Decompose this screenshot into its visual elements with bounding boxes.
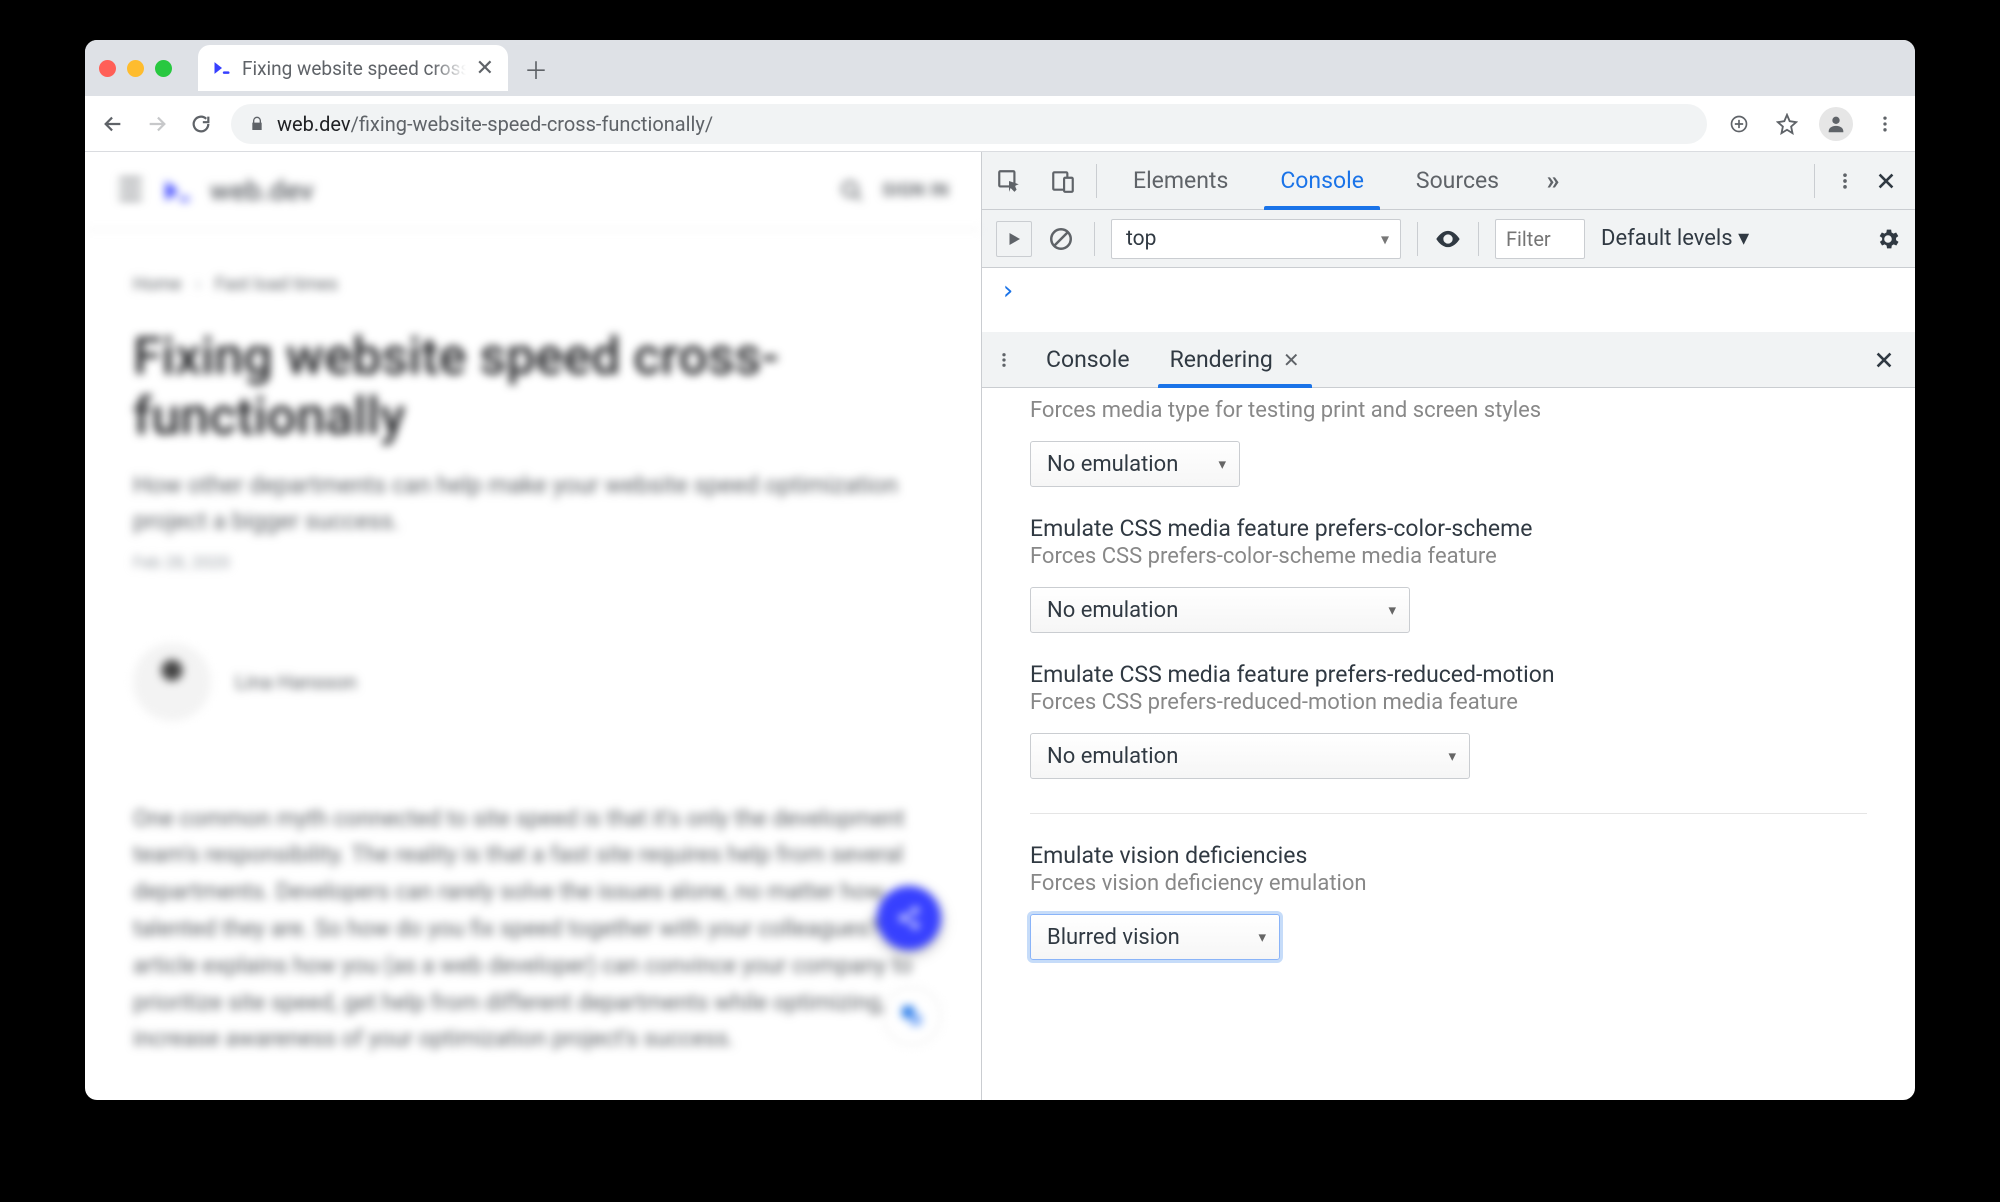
more-tabs-icon[interactable]: » (1533, 166, 1573, 196)
drawer-tab-rendering[interactable]: Rendering ✕ (1150, 332, 1320, 387)
reduced-motion-select[interactable]: No emulation (1030, 733, 1470, 779)
vision-desc: Forces vision deficiency emulation (1030, 871, 1867, 896)
chevron-right-icon: › (195, 274, 200, 295)
console-toolbar: top Default levels ▾ (982, 210, 1915, 268)
live-expression-icon[interactable] (1434, 225, 1462, 253)
tab-console[interactable]: Console (1254, 152, 1390, 209)
page-header: ☰ web.dev SIGN IN (85, 152, 981, 230)
inspect-element-icon[interactable] (982, 152, 1036, 209)
content-split: ☰ web.dev SIGN IN Home › Fast load times (85, 152, 1915, 1100)
author-name[interactable]: Lina Hansson (235, 670, 357, 694)
site-logo-icon[interactable] (162, 176, 192, 206)
bookmark-star-icon[interactable] (1771, 108, 1803, 140)
signin-link[interactable]: SIGN IN (882, 180, 949, 201)
install-icon[interactable] (1723, 108, 1755, 140)
page-paragraph: One common myth connected to site speed … (133, 801, 933, 1059)
author-block: Lina Hansson (133, 643, 933, 721)
hamburger-icon[interactable]: ☰ (117, 173, 144, 208)
rendering-panel[interactable]: Forces media type for testing print and … (982, 388, 1915, 1100)
browser-tab[interactable]: Fixing website speed cross-fun ✕ (198, 45, 508, 91)
tabstrip: Fixing website speed cross-fun ✕ ＋ (85, 40, 1915, 96)
filter-input[interactable] (1495, 219, 1585, 259)
page-date: Feb 28, 2020 (133, 553, 933, 573)
devtools-close-icon[interactable] (1875, 170, 1897, 192)
profile-avatar-icon[interactable] (1819, 107, 1853, 141)
tab-sources[interactable]: Sources (1390, 152, 1525, 209)
tab-close-icon[interactable]: ✕ (476, 56, 494, 81)
lock-icon (249, 115, 265, 133)
crumb-section[interactable]: Fast load times (215, 274, 338, 295)
url-host: web.dev (277, 112, 351, 136)
page-subtitle: How other departments can help make your… (133, 467, 913, 539)
window-maximize-button[interactable] (155, 60, 172, 77)
media-type-desc: Forces media type for testing print and … (1030, 398, 1867, 423)
window-close-button[interactable] (99, 60, 116, 77)
url-path: /fixing-website-speed-cross-functionally… (351, 112, 714, 136)
devtools-panel: Elements Console Sources » top (981, 152, 1915, 1100)
tab-elements[interactable]: Elements (1107, 152, 1254, 209)
color-scheme-select[interactable]: No emulation (1030, 587, 1410, 633)
new-tab-button[interactable]: ＋ (516, 48, 556, 88)
kebab-menu-icon[interactable] (1869, 108, 1901, 140)
breadcrumb: Home › Fast load times (133, 274, 933, 295)
clear-console-icon[interactable] (1048, 226, 1078, 252)
site-brand[interactable]: web.dev (210, 174, 314, 207)
search-icon[interactable] (840, 179, 864, 203)
drawer-tab-console[interactable]: Console (1026, 332, 1150, 387)
execute-icon[interactable] (996, 221, 1032, 257)
devtools-main-tabs: Elements Console Sources » (982, 152, 1915, 210)
browser-window: Fixing website speed cross-fun ✕ ＋ web.d… (85, 40, 1915, 1100)
omnibox[interactable]: web.dev/fixing-website-speed-cross-funct… (231, 104, 1707, 144)
section-vision: Emulate vision deficiencies Forces visio… (1030, 842, 1867, 960)
address-bar: web.dev/fixing-website-speed-cross-funct… (85, 96, 1915, 152)
tab-title: Fixing website speed cross-fun (242, 57, 466, 80)
share-fab[interactable] (877, 886, 941, 950)
author-avatar (133, 643, 211, 721)
window-controls (99, 60, 172, 77)
media-type-select[interactable]: No emulation (1030, 441, 1240, 487)
section-color-scheme: Emulate CSS media feature prefers-color-… (1030, 515, 1867, 633)
console-settings-icon[interactable] (1875, 226, 1901, 252)
color-scheme-desc: Forces CSS prefers-color-scheme media fe… (1030, 544, 1867, 569)
drawer-close-icon[interactable] (1873, 349, 1915, 371)
color-scheme-title: Emulate CSS media feature prefers-color-… (1030, 515, 1867, 542)
forward-button[interactable] (143, 113, 171, 135)
window-minimize-button[interactable] (127, 60, 144, 77)
rendered-page: ☰ web.dev SIGN IN Home › Fast load times (85, 152, 981, 1100)
vision-select[interactable]: Blurred vision (1030, 914, 1280, 960)
reduced-motion-desc: Forces CSS prefers-reduced-motion media … (1030, 690, 1867, 715)
page-title: Fixing website speed cross-functionally (133, 327, 933, 447)
drawer-kebab-icon[interactable] (982, 347, 1026, 373)
vision-title: Emulate vision deficiencies (1030, 842, 1867, 869)
translate-fab[interactable] (883, 987, 941, 1045)
reload-button[interactable] (187, 113, 215, 135)
context-select[interactable]: top (1111, 219, 1401, 259)
log-levels[interactable]: Default levels ▾ (1601, 226, 1749, 251)
favicon-icon (212, 58, 232, 78)
drawer-tabs: Console Rendering ✕ (982, 332, 1915, 388)
console-output: › (982, 268, 1915, 332)
section-reduced-motion: Emulate CSS media feature prefers-reduce… (1030, 661, 1867, 779)
reduced-motion-title: Emulate CSS media feature prefers-reduce… (1030, 661, 1867, 688)
back-button[interactable] (99, 113, 127, 135)
device-toolbar-icon[interactable] (1036, 152, 1090, 209)
drawer-tab-close-icon[interactable]: ✕ (1283, 348, 1300, 372)
devtools-kebab-icon[interactable] (1835, 168, 1855, 194)
url-text: web.dev/fixing-website-speed-cross-funct… (277, 112, 713, 136)
crumb-home[interactable]: Home (133, 274, 181, 295)
